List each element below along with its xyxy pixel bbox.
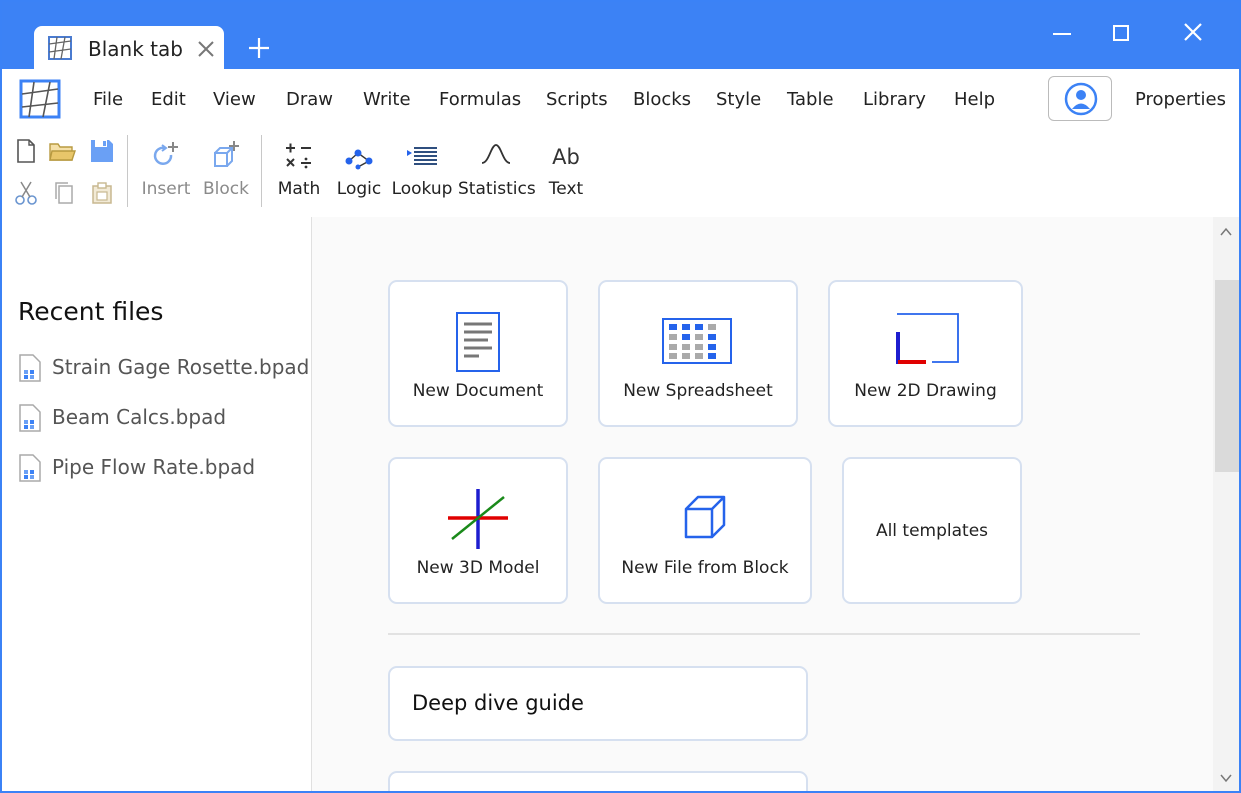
menu-blocks[interactable]: Blocks [633, 89, 691, 110]
new-2d-drawing-label: New 2D Drawing [854, 381, 997, 401]
new-2d-drawing-card[interactable]: New 2D Drawing [828, 280, 1023, 427]
new-3d-model-card[interactable]: New 3D Model [388, 457, 568, 604]
close-tab-icon[interactable] [196, 39, 216, 59]
tab-title: Blank tab [88, 37, 183, 61]
scroll-thumb[interactable] [1215, 280, 1239, 472]
copy-icon[interactable] [50, 179, 78, 207]
block-icon [214, 141, 239, 167]
bpad-file-icon [19, 454, 41, 482]
menu-file[interactable]: File [93, 89, 123, 110]
logic-nodes-icon [345, 149, 373, 170]
menu-library[interactable]: Library [863, 89, 926, 110]
all-templates-label: All templates [875, 521, 989, 541]
guide-card[interactable] [388, 771, 808, 791]
minimize-icon[interactable] [1042, 18, 1082, 48]
app-window: Blank tab File Edit View Draw Write Form… [0, 0, 1241, 793]
menu-write[interactable]: Write [363, 89, 411, 110]
spreadsheet-icon [662, 318, 732, 364]
recent-file-name: Beam Calcs.bpad [52, 405, 227, 429]
scroll-down-icon[interactable] [1220, 773, 1232, 783]
recent-files-title: Recent files [18, 297, 164, 326]
profile-button[interactable] [1048, 76, 1112, 121]
deep-dive-guide-card[interactable]: Deep dive guide [388, 666, 808, 741]
menu-table[interactable]: Table [787, 89, 834, 110]
lookup-table-icon [407, 147, 437, 165]
2d-drawing-icon [896, 313, 959, 364]
cube-icon [684, 495, 726, 539]
vertical-scrollbar[interactable] [1213, 217, 1239, 791]
recent-file-name: Strain Gage Rosette.bpad [52, 355, 310, 379]
3d-axes-icon [448, 489, 508, 549]
math-label: Math [277, 179, 321, 199]
new-file-from-block-label: New File from Block [621, 558, 789, 578]
start-page: Recent files Strain Gage Rosette.bpad Be… [2, 217, 1239, 791]
app-tab-icon [48, 36, 72, 60]
user-avatar-icon [1064, 82, 1098, 116]
math-operators-icon [286, 143, 311, 169]
lookup-button[interactable]: Lookup [391, 139, 453, 209]
menu-edit[interactable]: Edit [151, 89, 186, 110]
new-spreadsheet-card[interactable]: New Spreadsheet [598, 280, 798, 427]
statistics-button[interactable]: Statistics [458, 139, 536, 209]
block-label: Block [203, 179, 249, 199]
recent-file-item[interactable]: Strain Gage Rosette.bpad [18, 353, 310, 383]
new-document-card[interactable]: New Document [388, 280, 568, 427]
menu-draw[interactable]: Draw [286, 89, 333, 110]
section-divider [388, 633, 1140, 635]
block-button[interactable]: Block [200, 139, 252, 209]
text-label: Text [548, 179, 584, 199]
new-3d-model-label: New 3D Model [416, 558, 540, 578]
menu-scripts[interactable]: Scripts [546, 89, 608, 110]
recent-file-item[interactable]: Pipe Flow Rate.bpad [18, 453, 308, 483]
new-spreadsheet-label: New Spreadsheet [623, 381, 773, 401]
bpad-file-icon [19, 404, 41, 432]
title-bar: Blank tab [2, 2, 1239, 70]
logic-button[interactable]: Logic [335, 139, 383, 209]
cut-icon[interactable] [12, 179, 40, 207]
all-templates-card[interactable]: All templates [842, 457, 1022, 604]
menu-bar: File Edit View Draw Write Formulas Scrip… [2, 69, 1239, 129]
recent-file-item[interactable]: Beam Calcs.bpad [18, 403, 308, 433]
save-icon[interactable] [88, 137, 116, 165]
menu-help[interactable]: Help [954, 89, 995, 110]
bpad-file-icon [19, 354, 41, 382]
toolbar: Insert Block Math Logic Lookup Statistic… [2, 129, 1239, 217]
new-file-from-block-card[interactable]: New File from Block [598, 457, 812, 604]
app-logo-icon[interactable] [19, 79, 61, 119]
logic-label: Logic [336, 179, 382, 199]
recent-files-panel: Recent files Strain Gage Rosette.bpad Be… [2, 217, 312, 791]
templates-area: New Document New Spreadsheet New 2D Draw… [313, 217, 1213, 791]
tab-blank[interactable]: Blank tab [34, 26, 224, 70]
lookup-label: Lookup [391, 179, 453, 199]
toolbar-separator [261, 135, 262, 207]
properties-button[interactable]: Properties [1135, 89, 1226, 110]
paste-icon[interactable] [88, 179, 116, 207]
close-window-icon[interactable] [1173, 18, 1213, 48]
text-button[interactable]: Ab Text [545, 139, 587, 209]
bell-curve-icon [481, 144, 511, 164]
recent-file-name: Pipe Flow Rate.bpad [52, 455, 256, 479]
toolbar-separator [127, 135, 128, 207]
menu-style[interactable]: Style [716, 89, 761, 110]
new-tab-icon[interactable] [245, 34, 273, 62]
insert-icon [153, 142, 178, 165]
math-button[interactable]: Math [276, 139, 322, 209]
statistics-label: Statistics [458, 179, 536, 199]
menu-formulas[interactable]: Formulas [439, 89, 521, 110]
insert-label: Insert [141, 179, 191, 199]
document-icon [456, 312, 500, 372]
scroll-up-icon[interactable] [1220, 227, 1232, 237]
maximize-icon[interactable] [1101, 18, 1141, 48]
open-folder-icon[interactable] [48, 137, 76, 165]
deep-dive-guide-label: Deep dive guide [412, 691, 584, 715]
insert-button[interactable]: Insert [138, 139, 194, 209]
new-file-icon[interactable] [12, 137, 40, 165]
menu-view[interactable]: View [213, 89, 256, 110]
text-icon: Ab [552, 145, 580, 169]
new-document-label: New Document [412, 381, 544, 401]
